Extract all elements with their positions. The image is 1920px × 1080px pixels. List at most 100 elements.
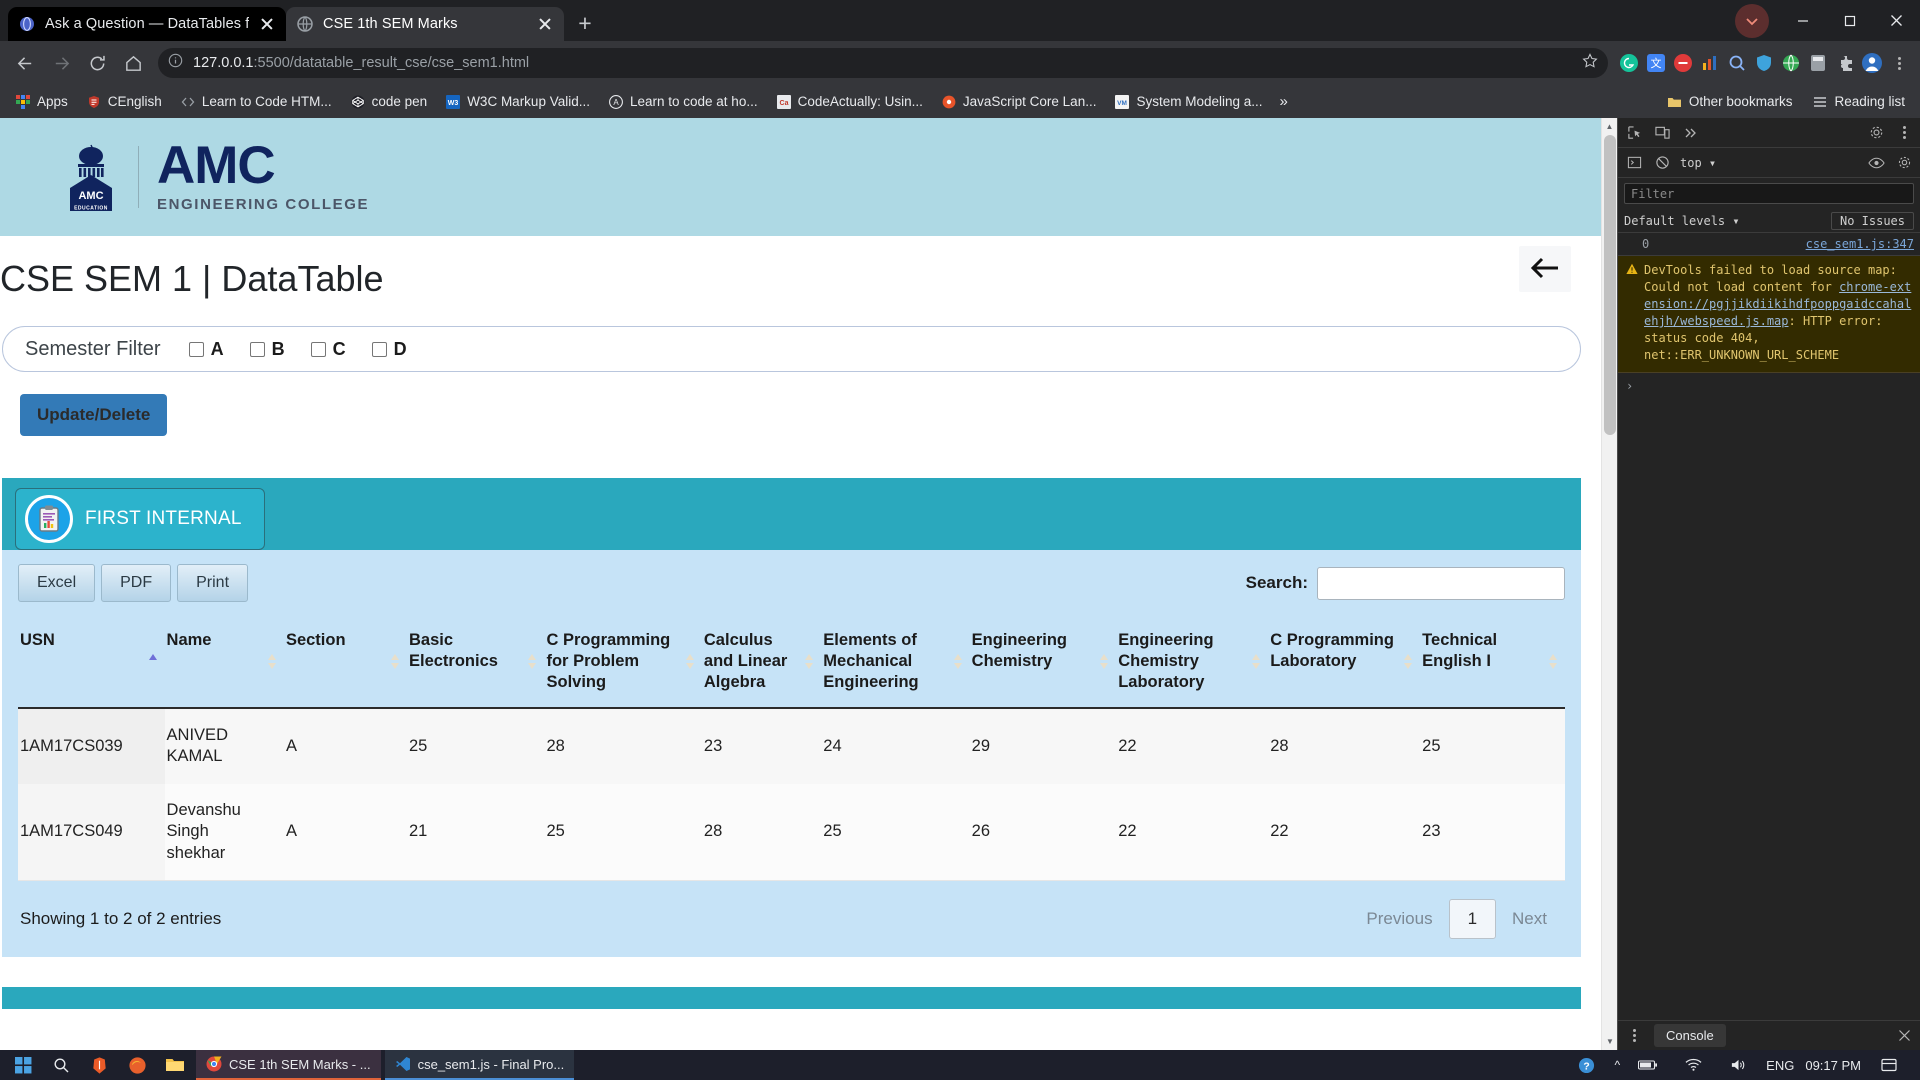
pdf-export-button[interactable]: PDF bbox=[101, 564, 172, 602]
column-header-c-programming-laboratory[interactable]: C Programming Laboratory bbox=[1268, 616, 1421, 709]
table-row[interactable]: 1AM17CS039 ANIVED KAMAL A 25 28 23 24 29… bbox=[18, 707, 1565, 784]
semester-filter-d[interactable]: D bbox=[371, 339, 407, 360]
device-toolbar-icon[interactable] bbox=[1652, 123, 1672, 143]
scroll-up-arrow-icon[interactable]: ▲ bbox=[1602, 118, 1617, 135]
forward-navigation-icon[interactable] bbox=[44, 46, 78, 80]
bookmark-javascript-core-language[interactable]: JavaScript Core Lan... bbox=[934, 91, 1104, 113]
minimize-button[interactable] bbox=[1779, 0, 1826, 41]
excel-export-button[interactable]: Excel bbox=[18, 564, 96, 602]
bookmark-w3c-markup-validator[interactable]: W3 W3C Markup Valid... bbox=[438, 91, 597, 113]
other-bookmarks-folder[interactable]: Other bookmarks bbox=[1660, 91, 1800, 113]
chart-extension-icon[interactable] bbox=[1697, 50, 1723, 76]
page-1-button[interactable]: 1 bbox=[1448, 899, 1497, 940]
translate-extension-icon[interactable]: 文 bbox=[1643, 50, 1669, 76]
no-issues-badge[interactable]: No Issues bbox=[1830, 211, 1914, 230]
more-options-icon[interactable] bbox=[1894, 123, 1914, 143]
clear-console-icon[interactable] bbox=[1652, 153, 1672, 173]
bookmarks-overflow-button[interactable]: » bbox=[1274, 93, 1294, 110]
battery-icon[interactable] bbox=[1631, 1050, 1665, 1080]
drawer-more-options-icon[interactable] bbox=[1624, 1026, 1644, 1046]
wifi-icon[interactable] bbox=[1676, 1050, 1710, 1080]
close-window-button[interactable] bbox=[1873, 0, 1920, 41]
globe-extension-icon[interactable] bbox=[1778, 50, 1804, 76]
eye-icon[interactable] bbox=[1866, 153, 1886, 173]
chrome-menu-icon[interactable] bbox=[1886, 50, 1912, 76]
column-header-calculus-linear-algebra[interactable]: Calculus and Linear Algebra bbox=[701, 616, 822, 709]
bookmark-cenglish[interactable]: CEnglish bbox=[79, 91, 169, 113]
browser-tab-datatables[interactable]: Ask a Question — DataTables for bbox=[8, 7, 286, 41]
column-header-basic-electronics[interactable]: Basic Electronics bbox=[406, 616, 545, 709]
notification-icon[interactable] bbox=[1872, 1050, 1906, 1080]
semester-filter-b[interactable]: B bbox=[249, 339, 285, 360]
new-tab-button[interactable]: + bbox=[568, 6, 602, 40]
column-header-elements-mechanical-engineering[interactable]: Elements of Mechanical Engineering bbox=[821, 616, 970, 709]
next-page-button[interactable]: Next bbox=[1496, 900, 1563, 938]
table-row[interactable]: 1AM17CS049 Devanshu Singh shekhar A 21 2… bbox=[18, 783, 1565, 882]
more-tabs-icon[interactable] bbox=[1680, 123, 1700, 143]
console-settings-icon[interactable] bbox=[1894, 153, 1914, 173]
brave-icon[interactable] bbox=[82, 1050, 116, 1080]
drawer-tab-console[interactable]: Console bbox=[1654, 1024, 1726, 1047]
chevron-down-icon[interactable] bbox=[1735, 3, 1769, 38]
bookmark-apps[interactable]: Apps bbox=[8, 91, 75, 113]
column-header-technical-english-i[interactable]: Technical English I bbox=[1420, 616, 1565, 709]
back-navigation-icon[interactable] bbox=[8, 46, 42, 80]
grammarly-extension-icon[interactable] bbox=[1616, 50, 1642, 76]
taskbar-window-chrome[interactable]: CSE 1th SEM Marks - ... bbox=[196, 1050, 381, 1080]
default-levels-dropdown[interactable]: Default levels ▾ bbox=[1624, 214, 1740, 228]
column-header-c-programming-problem-solving[interactable]: C Programming for Problem Solving bbox=[544, 616, 702, 709]
scrollbar-thumb[interactable] bbox=[1604, 135, 1616, 435]
bookmark-learn-to-code-at-home[interactable]: A Learn to code at ho... bbox=[601, 91, 765, 113]
execute-icon[interactable] bbox=[1624, 153, 1644, 173]
explorer-icon[interactable] bbox=[158, 1050, 192, 1080]
tray-language[interactable]: ENG bbox=[1766, 1058, 1794, 1073]
calculator-extension-icon[interactable] bbox=[1805, 50, 1831, 76]
column-header-section[interactable]: Section bbox=[283, 616, 407, 709]
home-icon[interactable] bbox=[116, 46, 150, 80]
previous-page-button[interactable]: Previous bbox=[1350, 900, 1448, 938]
search-icon[interactable] bbox=[44, 1050, 78, 1080]
settings-gear-icon[interactable] bbox=[1866, 123, 1886, 143]
column-header-engineering-chemistry[interactable]: Engineering Chemistry bbox=[969, 616, 1117, 709]
checkbox-b[interactable] bbox=[249, 341, 265, 357]
search-extension-icon[interactable] bbox=[1724, 50, 1750, 76]
address-bar[interactable]: 127.0.0.1:5500/datatable_result_cse/cse_… bbox=[158, 48, 1608, 78]
drawer-close-icon[interactable] bbox=[1894, 1026, 1914, 1046]
shield-extension-icon[interactable] bbox=[1751, 50, 1777, 76]
print-button[interactable]: Print bbox=[177, 564, 249, 602]
page-scrollbar[interactable]: ▲ ▼ bbox=[1601, 118, 1617, 1050]
bookmark-codeactually[interactable]: Ca CodeActually: Usin... bbox=[769, 91, 930, 113]
adblock-extension-icon[interactable] bbox=[1670, 50, 1696, 76]
scroll-down-arrow-icon[interactable]: ▼ bbox=[1602, 1033, 1617, 1050]
console-context-selector[interactable]: top ▾ bbox=[1680, 156, 1716, 170]
avatar[interactable] bbox=[1859, 50, 1885, 76]
close-icon[interactable] bbox=[258, 15, 276, 33]
console-prompt[interactable]: › bbox=[1618, 373, 1920, 399]
tab-first-internal[interactable]: FIRST INTERNAL bbox=[15, 488, 265, 550]
column-header-usn[interactable]: USN bbox=[18, 616, 165, 709]
taskbar-window-vscode[interactable]: cse_sem1.js - Final Pro... bbox=[384, 1050, 575, 1080]
firefox-icon[interactable] bbox=[120, 1050, 154, 1080]
reading-list-button[interactable]: Reading list bbox=[1805, 91, 1912, 113]
windows-icon[interactable] bbox=[6, 1050, 40, 1080]
column-header-engineering-chemistry-laboratory[interactable]: Engineering Chemistry Laboratory bbox=[1116, 616, 1269, 709]
search-input[interactable] bbox=[1317, 566, 1565, 600]
close-icon[interactable] bbox=[536, 15, 554, 33]
bookmark-star-icon[interactable] bbox=[1582, 52, 1598, 74]
bookmark-learn-to-code-html[interactable]: Learn to Code HTM... bbox=[173, 91, 339, 113]
semester-filter-c[interactable]: C bbox=[310, 339, 346, 360]
update-delete-button[interactable]: Update/Delete bbox=[20, 394, 168, 436]
inspect-icon[interactable] bbox=[1624, 123, 1644, 143]
bookmark-system-modeling[interactable]: VM System Modeling a... bbox=[1107, 91, 1269, 113]
back-button[interactable] bbox=[1519, 246, 1571, 292]
column-header-name[interactable]: Name bbox=[164, 616, 284, 709]
tray-clock[interactable]: 09:17 PM bbox=[1805, 1058, 1861, 1073]
console-filter-input[interactable]: Filter bbox=[1624, 183, 1914, 204]
site-info-icon[interactable] bbox=[168, 53, 183, 73]
puzzle-extension-icon[interactable] bbox=[1832, 50, 1858, 76]
checkbox-c[interactable] bbox=[310, 341, 326, 357]
reload-icon[interactable] bbox=[80, 46, 114, 80]
tray-chevron-icon[interactable]: ^ bbox=[1615, 1058, 1621, 1072]
help-circle-icon[interactable]: ? bbox=[1570, 1050, 1604, 1080]
bookmark-codepen[interactable]: code pen bbox=[343, 91, 435, 113]
